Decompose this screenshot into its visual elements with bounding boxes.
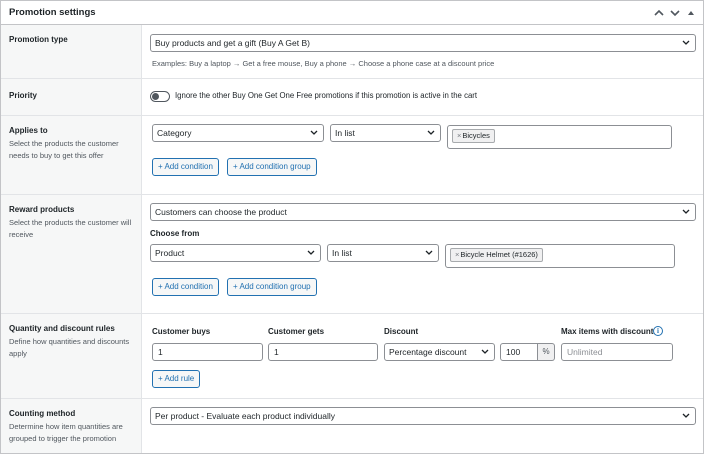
applies-field-select[interactable]: Category xyxy=(152,124,324,142)
row-label: Quantity and discount rules xyxy=(9,324,115,333)
applies-operator-select[interactable]: In list xyxy=(330,124,441,142)
choose-from-label: Choose from xyxy=(150,229,200,238)
discount-type-select[interactable]: Percentage discount xyxy=(384,343,495,361)
customer-gets-input[interactable]: 1 xyxy=(268,343,378,361)
chevron-down-icon xyxy=(306,245,316,261)
select-value: Product xyxy=(155,248,185,258)
row-description: Select the products the customer will re… xyxy=(9,218,132,239)
row-label: Promotion type xyxy=(9,35,68,44)
value-tag: ×Bicycles xyxy=(452,129,495,143)
col-customer-buys: Customer buys xyxy=(152,327,211,336)
row-quantity-rules: Quantity and discount rules Define how q… xyxy=(1,314,703,399)
tag-label: Bicycles xyxy=(462,131,490,140)
panel-header-controls xyxy=(653,7,697,19)
select-value: Category xyxy=(157,128,192,138)
chevron-down-icon xyxy=(480,344,490,360)
reward-values-field[interactable]: ×Bicycle Helmet (#1626) xyxy=(445,244,675,268)
row-label: Reward products xyxy=(9,205,75,214)
col-discount: Discount xyxy=(384,327,419,336)
percent-suffix: % xyxy=(538,343,555,361)
add-condition-button[interactable]: + Add condition xyxy=(152,278,219,296)
select-value: In list xyxy=(332,248,352,258)
row-priority: Priority Ignore the other Buy One Get On… xyxy=(1,79,703,116)
promotion-type-select[interactable]: Buy products and get a gift (Buy A Get B… xyxy=(150,34,696,52)
triangle-up-icon[interactable] xyxy=(685,7,697,19)
chevron-down-icon xyxy=(681,35,691,51)
select-value: Buy products and get a gift (Buy A Get B… xyxy=(155,38,310,48)
col-customer-gets: Customer gets xyxy=(268,327,325,336)
chevron-down-icon xyxy=(309,125,319,141)
chevron-up-icon[interactable] xyxy=(653,7,665,19)
select-value: Customers can choose the product xyxy=(155,207,287,217)
label-col: Applies to Select the products the custo… xyxy=(1,116,142,194)
row-reward-products: Reward products Select the products the … xyxy=(1,195,703,314)
tag-label: Bicycle Helmet (#1626) xyxy=(460,250,538,259)
chevron-down-icon[interactable] xyxy=(669,7,681,19)
customer-buys-input[interactable]: 1 xyxy=(152,343,263,361)
select-value: In list xyxy=(335,128,355,138)
toggle-knob xyxy=(152,93,159,100)
counting-method-select[interactable]: Per product - Evaluate each product indi… xyxy=(150,407,696,425)
chevron-down-icon xyxy=(681,408,691,424)
row-counting-method: Counting method Determine how item quant… xyxy=(1,399,703,453)
chevron-down-icon xyxy=(424,245,434,261)
add-rule-button[interactable]: + Add rule xyxy=(152,370,201,388)
chevron-down-icon xyxy=(426,125,436,141)
row-applies-to: Applies to Select the products the custo… xyxy=(1,116,703,195)
remove-tag-icon[interactable]: × xyxy=(455,250,459,259)
panel-title: Promotion settings xyxy=(9,7,96,18)
value-tag: ×Bicycle Helmet (#1626) xyxy=(450,248,543,262)
priority-text: Ignore the other Buy One Get One Free pr… xyxy=(175,91,478,100)
remove-tag-icon[interactable]: × xyxy=(457,131,461,140)
reward-mode-select[interactable]: Customers can choose the product xyxy=(150,203,696,221)
reward-field-select[interactable]: Product xyxy=(150,244,321,262)
discount-value-input[interactable]: 100 xyxy=(500,343,538,361)
row-description: Select the products the customer needs t… xyxy=(9,139,119,160)
col-max-items: Max items with discount xyxy=(561,327,654,336)
row-label: Applies to xyxy=(9,126,48,135)
chevron-down-icon xyxy=(681,204,691,220)
label-col: Priority xyxy=(1,79,142,115)
row-description: Determine how item quantities are groupe… xyxy=(9,422,123,443)
label-col: Counting method Determine how item quant… xyxy=(1,399,142,453)
info-icon[interactable]: i xyxy=(653,326,663,336)
max-items-input[interactable]: Unlimited xyxy=(561,343,673,361)
add-condition-group-button[interactable]: + Add condition group xyxy=(227,158,317,176)
select-value: Per product - Evaluate each product indi… xyxy=(155,411,336,421)
promotion-type-help: Examples: Buy a laptop → Get a free mous… xyxy=(152,59,495,68)
row-description: Define how quantities and discounts appl… xyxy=(9,337,130,358)
select-value: Percentage discount xyxy=(389,347,467,357)
label-col: Promotion type xyxy=(1,25,142,78)
reward-operator-select[interactable]: In list xyxy=(327,244,439,262)
row-promotion-type: Promotion type Buy products and get a gi… xyxy=(1,25,703,79)
promotion-settings-panel: Promotion settings Promotion type Buy pr… xyxy=(0,0,704,454)
priority-toggle[interactable] xyxy=(150,91,170,102)
row-label: Counting method xyxy=(9,409,76,418)
label-col: Quantity and discount rules Define how q… xyxy=(1,314,142,398)
row-label: Priority xyxy=(9,91,38,100)
label-col: Reward products Select the products the … xyxy=(1,195,142,313)
add-condition-group-button[interactable]: + Add condition group xyxy=(227,278,317,296)
max-items-placeholder: Unlimited xyxy=(567,347,603,357)
applies-values-field[interactable]: ×Bicycles xyxy=(447,125,672,149)
panel-header: Promotion settings xyxy=(1,1,703,25)
add-condition-button[interactable]: + Add condition xyxy=(152,158,219,176)
